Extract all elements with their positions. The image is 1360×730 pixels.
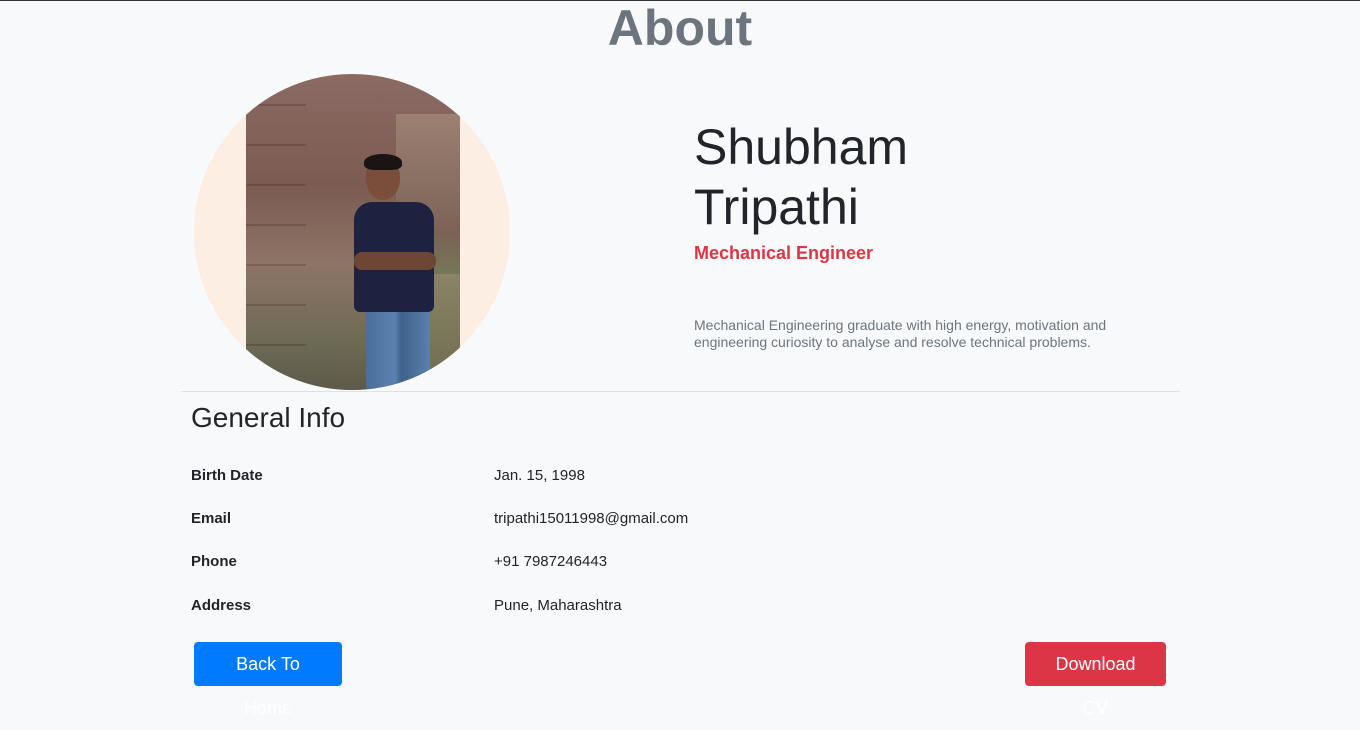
info-label: Birth Date [191, 467, 263, 484]
info-row-phone: Phone +91 7987246443 [191, 553, 991, 573]
back-to-home-button[interactable]: Back To Home [194, 642, 342, 718]
profile-bio: Mechanical Engineering graduate with hig… [694, 317, 1107, 350]
info-label: Email [191, 510, 232, 527]
info-row-email: Email tripathi15011998@gmail.com [191, 510, 991, 530]
profile-name: Shubham Tripathi [694, 119, 909, 235]
profile-role: Mechanical Engineer [694, 243, 874, 263]
info-value: +91 7987246443 [494, 553, 608, 570]
page-title: About [607, 0, 753, 56]
info-value: Pune, Maharashtra [494, 597, 622, 614]
info-value: Jan. 15, 1998 [494, 467, 585, 484]
info-value: tripathi15011998@gmail.com [494, 510, 689, 527]
photo-image [246, 74, 460, 390]
info-label: Phone [191, 553, 237, 570]
general-info-title: General Info [191, 402, 346, 433]
section-divider [181, 391, 1180, 392]
profile-photo [194, 74, 510, 390]
info-label: Address [191, 597, 252, 614]
info-row-birth-date: Birth Date Jan. 15, 1998 [191, 467, 991, 487]
download-cv-button[interactable]: Download CV [1025, 642, 1166, 718]
info-row-address: Address Pune, Maharashtra [191, 597, 991, 617]
